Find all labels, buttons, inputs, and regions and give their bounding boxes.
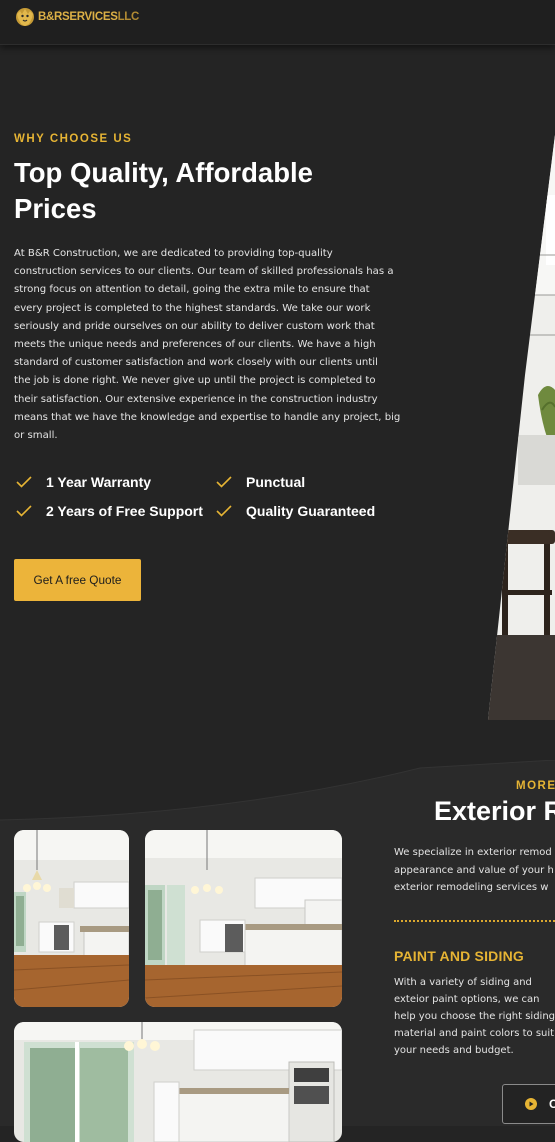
gallery-image[interactable] bbox=[14, 830, 129, 1007]
why-title: Top Quality, Affordable Prices bbox=[14, 157, 313, 224]
exterior-title: Exterior R bbox=[434, 796, 555, 826]
service-title: PAINT AND SIDING bbox=[394, 948, 524, 964]
gallery-image[interactable] bbox=[14, 1022, 342, 1142]
kitchen-photo bbox=[488, 135, 555, 720]
feature-item: Quality Guaranteed bbox=[216, 502, 416, 520]
checkmark-icon bbox=[16, 476, 32, 488]
logo-text: B&RSERVICESLLC bbox=[38, 11, 140, 23]
checkmark-icon bbox=[16, 505, 32, 517]
feature-label: 1 Year Warranty bbox=[46, 474, 152, 490]
gallery-image[interactable] bbox=[145, 830, 342, 1007]
feature-label: 2 Years of Free Support bbox=[46, 503, 203, 519]
why-body: At B&R Construction, we are dedicated to… bbox=[14, 248, 401, 442]
service-description: With a variety of siding and exteior pai… bbox=[394, 977, 555, 1056]
checkmark-icon bbox=[216, 476, 232, 488]
dotted-divider bbox=[394, 920, 555, 922]
exterior-eyebrow: MORE bbox=[516, 780, 555, 792]
why-eyebrow: WHY CHOOSE US bbox=[14, 133, 133, 145]
feature-item: 1 Year Warranty bbox=[16, 473, 216, 491]
logo[interactable]: B&RSERVICESLLC bbox=[14, 6, 139, 28]
feature-item: 2 Years of Free Support bbox=[16, 502, 216, 520]
feature-list: 1 Year Warranty Punctual 2 Years of Free… bbox=[16, 473, 416, 520]
play-circle-icon bbox=[525, 1098, 537, 1110]
checkmark-icon bbox=[216, 505, 232, 517]
feature-label: Quality Guaranteed bbox=[246, 503, 376, 519]
exterior-intro: We specialize in exterior remod appearan… bbox=[394, 847, 554, 893]
feature-label: Punctual bbox=[246, 474, 306, 490]
lion-head-icon bbox=[16, 8, 34, 26]
play-button-label: O bbox=[549, 1097, 555, 1111]
feature-item: Punctual bbox=[216, 473, 416, 491]
site-header: B&RSERVICESLLC bbox=[0, 0, 555, 45]
get-quote-button[interactable]: Get A free Quote bbox=[14, 559, 141, 601]
play-video-button[interactable]: O bbox=[502, 1084, 555, 1124]
